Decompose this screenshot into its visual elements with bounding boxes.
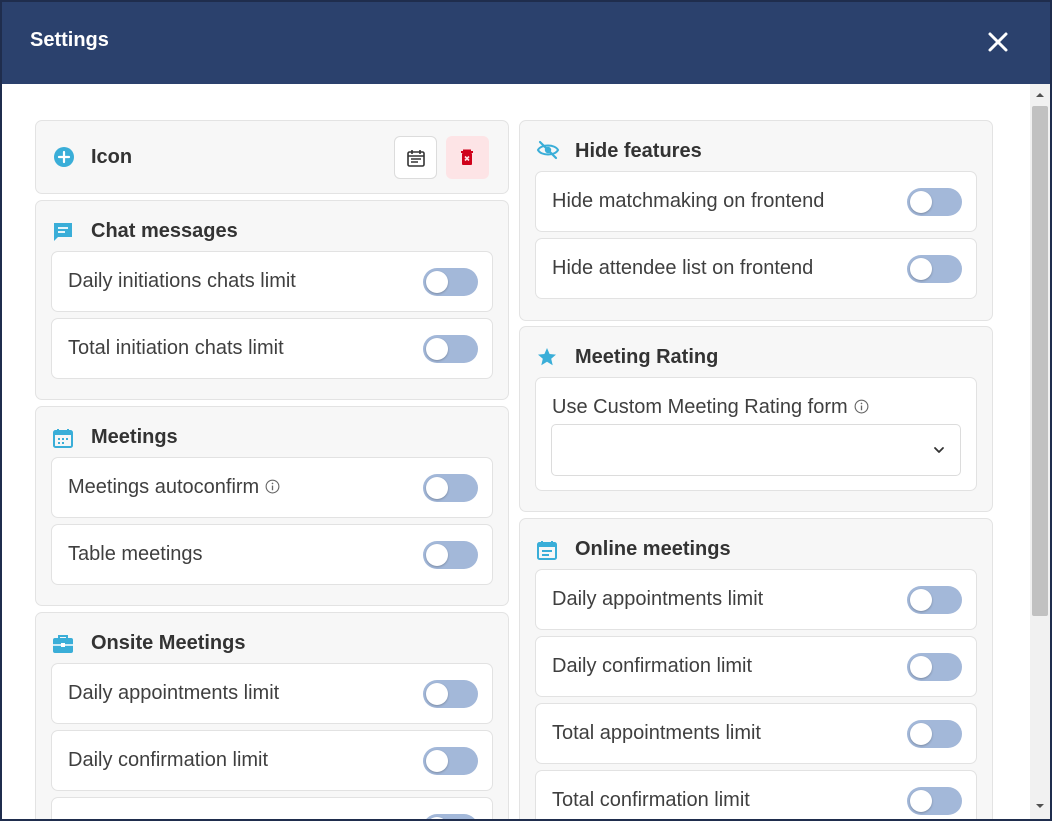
- toggle-knob: [910, 790, 932, 812]
- online-daily-appointments-limit-toggle[interactable]: [907, 586, 962, 614]
- toggle-knob: [426, 338, 448, 360]
- total-initiation-chats-limit-toggle[interactable]: [423, 335, 478, 363]
- setting-row-daily-initiations-chats-limit: Daily initiations chats limit: [51, 251, 493, 312]
- online-total-appointments-limit-toggle[interactable]: [907, 720, 962, 748]
- section-title-icon: Icon: [91, 146, 133, 168]
- section-title-meetings: Meetings: [91, 426, 178, 448]
- section-title-chat-messages: Chat messages: [91, 220, 238, 242]
- hide-attendee-list-on-frontend-toggle[interactable]: [907, 255, 962, 283]
- setting-row-table-meetings: Table meetings: [51, 524, 493, 585]
- setting-label: Total confirmation limit: [552, 789, 750, 811]
- scroll-up-arrow-icon[interactable]: [1035, 90, 1045, 100]
- toggle-knob: [426, 817, 448, 819]
- setting-row-hide-attendee-list-on-frontend: Hide attendee list on frontend: [535, 238, 977, 299]
- briefcase-icon: [53, 635, 73, 653]
- delete-icon-button[interactable]: [446, 136, 489, 179]
- onsite-partial-row-toggle[interactable]: [423, 814, 478, 819]
- setting-row-custom-meeting-rating-form: Use Custom Meeting Rating form: [535, 377, 977, 491]
- chat-icon: [54, 223, 72, 241]
- settings-content: Icon Chat messages Daily initiations cha…: [2, 84, 1030, 819]
- info-icon[interactable]: [265, 479, 280, 494]
- toggle-knob: [426, 544, 448, 566]
- toggle-knob: [910, 258, 932, 280]
- toggle-knob: [426, 477, 448, 499]
- calendar-icon-button[interactable]: [394, 136, 437, 179]
- setting-label: Meetings autoconfirm: [68, 476, 280, 499]
- setting-label: Total initiation chats limit: [68, 337, 284, 359]
- calendar-icon: [407, 150, 425, 167]
- setting-row-onsite-partial: [51, 797, 493, 819]
- setting-row-meetings-autoconfirm: Meetings autoconfirm: [51, 457, 493, 518]
- modal-header: Settings: [2, 2, 1050, 84]
- meetings-autoconfirm-toggle[interactable]: [423, 474, 478, 502]
- section-title-hide-features: Hide features: [575, 140, 702, 162]
- toggle-knob: [910, 656, 932, 678]
- section-title-onsite-meetings: Onsite Meetings: [91, 632, 246, 654]
- scrollbar-thumb[interactable]: [1032, 106, 1048, 616]
- setting-label: Hide matchmaking on frontend: [552, 190, 825, 212]
- close-icon: [988, 32, 1008, 52]
- meeting-rating-section: Meeting Rating Use Custom Meeting Rating…: [519, 326, 993, 512]
- eye-off-icon: [536, 140, 560, 160]
- toggle-knob: [910, 191, 932, 213]
- daily-initiations-chats-limit-toggle[interactable]: [423, 268, 478, 296]
- setting-label-text: Meetings autoconfirm: [68, 476, 260, 498]
- setting-row-hide-matchmaking-on-frontend: Hide matchmaking on frontend: [535, 171, 977, 232]
- setting-row-online-daily-appointments-limit: Daily appointments limit: [535, 569, 977, 630]
- calendar-icon: [537, 541, 557, 560]
- calendar-icon: [53, 429, 73, 448]
- chat-messages-section: Chat messages Daily initiations chats li…: [35, 200, 509, 400]
- toggle-knob: [426, 750, 448, 772]
- section-title-meeting-rating: Meeting Rating: [575, 346, 719, 368]
- hide-matchmaking-on-frontend-toggle[interactable]: [907, 188, 962, 216]
- setting-row-online-total-confirmation-limit: Total confirmation limit: [535, 770, 977, 819]
- toggle-knob: [426, 683, 448, 705]
- setting-label: Use Custom Meeting Rating form: [552, 396, 869, 419]
- setting-label: Hide attendee list on frontend: [552, 257, 814, 279]
- setting-label: Daily confirmation limit: [68, 749, 269, 771]
- star-icon: [538, 348, 556, 366]
- table-meetings-toggle[interactable]: [423, 541, 478, 569]
- onsite-daily-appointments-limit-toggle[interactable]: [423, 680, 478, 708]
- setting-label: Daily appointments limit: [68, 682, 280, 704]
- settings-modal: Settings Icon Chat messages Daily initia…: [0, 0, 1052, 821]
- online-meetings-section: Online meetings Daily appointments limit…: [519, 518, 993, 819]
- scroll-down-arrow-icon[interactable]: [1035, 801, 1045, 811]
- close-button[interactable]: [984, 28, 1012, 56]
- online-daily-confirmation-limit-toggle[interactable]: [907, 653, 962, 681]
- plus-circle-icon: [54, 147, 74, 167]
- setting-label: Daily initiations chats limit: [68, 270, 296, 292]
- toggle-knob: [426, 271, 448, 293]
- toggle-knob: [910, 723, 932, 745]
- toggle-knob: [910, 589, 932, 611]
- setting-label-text: Use Custom Meeting Rating form: [552, 396, 848, 418]
- onsite-daily-confirmation-limit-toggle[interactable]: [423, 747, 478, 775]
- info-icon[interactable]: [854, 399, 869, 414]
- setting-row-online-total-appointments-limit: Total appointments limit: [535, 703, 977, 764]
- meetings-section: Meetings Meetings autoconfirm Table meet…: [35, 406, 509, 606]
- modal-title: Settings: [30, 29, 109, 51]
- setting-row-online-daily-confirmation-limit: Daily confirmation limit: [535, 636, 977, 697]
- chevron-down-icon: [934, 447, 944, 453]
- onsite-meetings-section: Onsite Meetings Daily appointments limit…: [35, 612, 509, 819]
- hide-features-section: Hide features Hide matchmaking on fronte…: [519, 120, 993, 321]
- section-title-online-meetings: Online meetings: [575, 538, 731, 560]
- setting-row-onsite-daily-appointments-limit: Daily appointments limit: [51, 663, 493, 724]
- setting-label: Daily confirmation limit: [552, 655, 753, 677]
- setting-row-total-initiation-chats-limit: Total initiation chats limit: [51, 318, 493, 379]
- setting-row-onsite-daily-confirmation-limit: Daily confirmation limit: [51, 730, 493, 791]
- vertical-scrollbar[interactable]: [1030, 84, 1050, 819]
- meeting-rating-form-select[interactable]: [551, 424, 961, 476]
- icon-section: Icon: [35, 120, 509, 194]
- setting-label: Daily appointments limit: [552, 588, 764, 610]
- setting-label: Table meetings: [68, 543, 203, 565]
- setting-label: Total appointments limit: [552, 722, 761, 744]
- online-total-confirmation-limit-toggle[interactable]: [907, 787, 962, 815]
- trash-icon: [461, 149, 473, 165]
